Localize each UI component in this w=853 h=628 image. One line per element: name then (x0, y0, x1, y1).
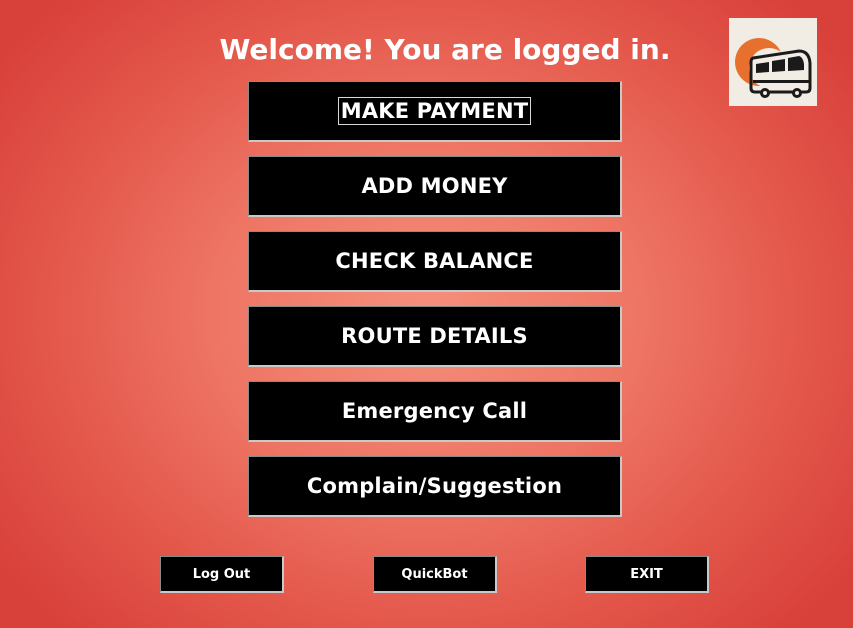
log-out-button[interactable]: Log Out (160, 556, 284, 593)
quickbot-button[interactable]: QuickBot (373, 556, 497, 593)
emergency-call-button[interactable]: Emergency Call (248, 381, 622, 442)
exit-label: EXIT (630, 566, 663, 582)
add-money-label: ADD MONEY (361, 174, 508, 198)
make-payment-button[interactable]: MAKE PAYMENT (248, 81, 622, 142)
emergency-call-label: Emergency Call (341, 399, 528, 423)
make-payment-label: MAKE PAYMENT (337, 97, 532, 125)
check-balance-label: CHECK BALANCE (335, 249, 534, 273)
exit-button[interactable]: EXIT (585, 556, 709, 593)
route-details-button[interactable]: ROUTE DETAILS (248, 306, 622, 367)
route-details-label: ROUTE DETAILS (341, 324, 528, 348)
page-title: Welcome! You are logged in. (219, 33, 671, 66)
add-money-button[interactable]: ADD MONEY (248, 156, 622, 217)
complain-suggestion-button[interactable]: Complain/Suggestion (248, 456, 622, 517)
log-out-label: Log Out (192, 566, 251, 582)
bus-logo-icon (729, 18, 817, 106)
check-balance-button[interactable]: CHECK BALANCE (248, 231, 622, 292)
quickbot-label: QuickBot (401, 566, 468, 582)
complain-suggestion-label: Complain/Suggestion (306, 474, 563, 498)
